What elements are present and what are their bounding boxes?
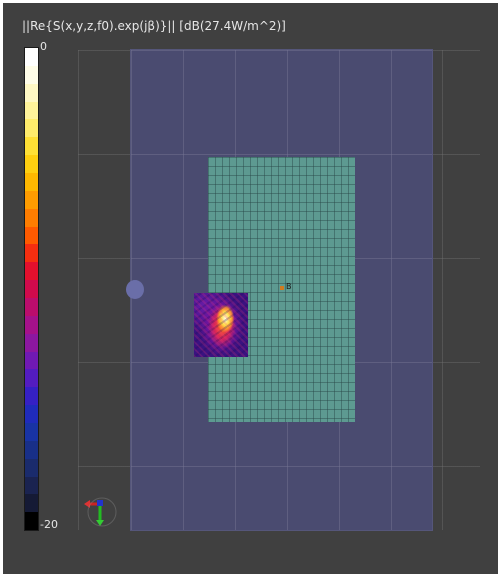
colorbar-segment [25,83,38,102]
field-distribution-slice [194,293,248,357]
probe-marker[interactable] [280,286,284,290]
field-quantity-title: ||Re{S(x,y,z,f0).exp(jβ)}|| [dB(27.4W/m^… [22,19,286,33]
colorbar-segment [25,315,38,334]
colorbar-segment [25,280,38,299]
probe-label: B [286,282,292,291]
colorbar-segment [25,119,38,138]
colorbar-segment [25,476,38,495]
colorbar-segment [25,173,38,191]
colorbar-segment [25,137,38,156]
colorbar-segment [25,48,38,66]
source-antenna[interactable] [126,280,144,299]
colorbar-segment [25,458,38,477]
colorbar-segment [25,440,38,459]
colorbar-segment [25,387,38,406]
colorbar-segment [25,65,38,84]
colorbar-segment [25,423,38,441]
colorbar-segment [25,494,38,513]
colorbar-segment [25,244,38,263]
colorbar-segment [25,512,38,531]
colorbar-segment [25,262,38,281]
colorbar-segment [25,333,38,352]
colorbar-segment [25,405,38,424]
axes-orientation-icon [84,497,117,527]
colorbar-segment [25,208,38,227]
colorbar-segment [25,226,38,245]
colorbar-segment [25,351,38,370]
colorbar-segment [25,190,38,209]
colorbar-segment [25,101,38,120]
colorbar-min-label: -20 [40,518,58,531]
colorbar-segment [25,369,38,388]
colorbar-max-label: 0 [40,40,47,53]
colorbar [24,47,39,531]
colorbar-segment [25,155,38,174]
colorbar-segment [25,298,38,316]
